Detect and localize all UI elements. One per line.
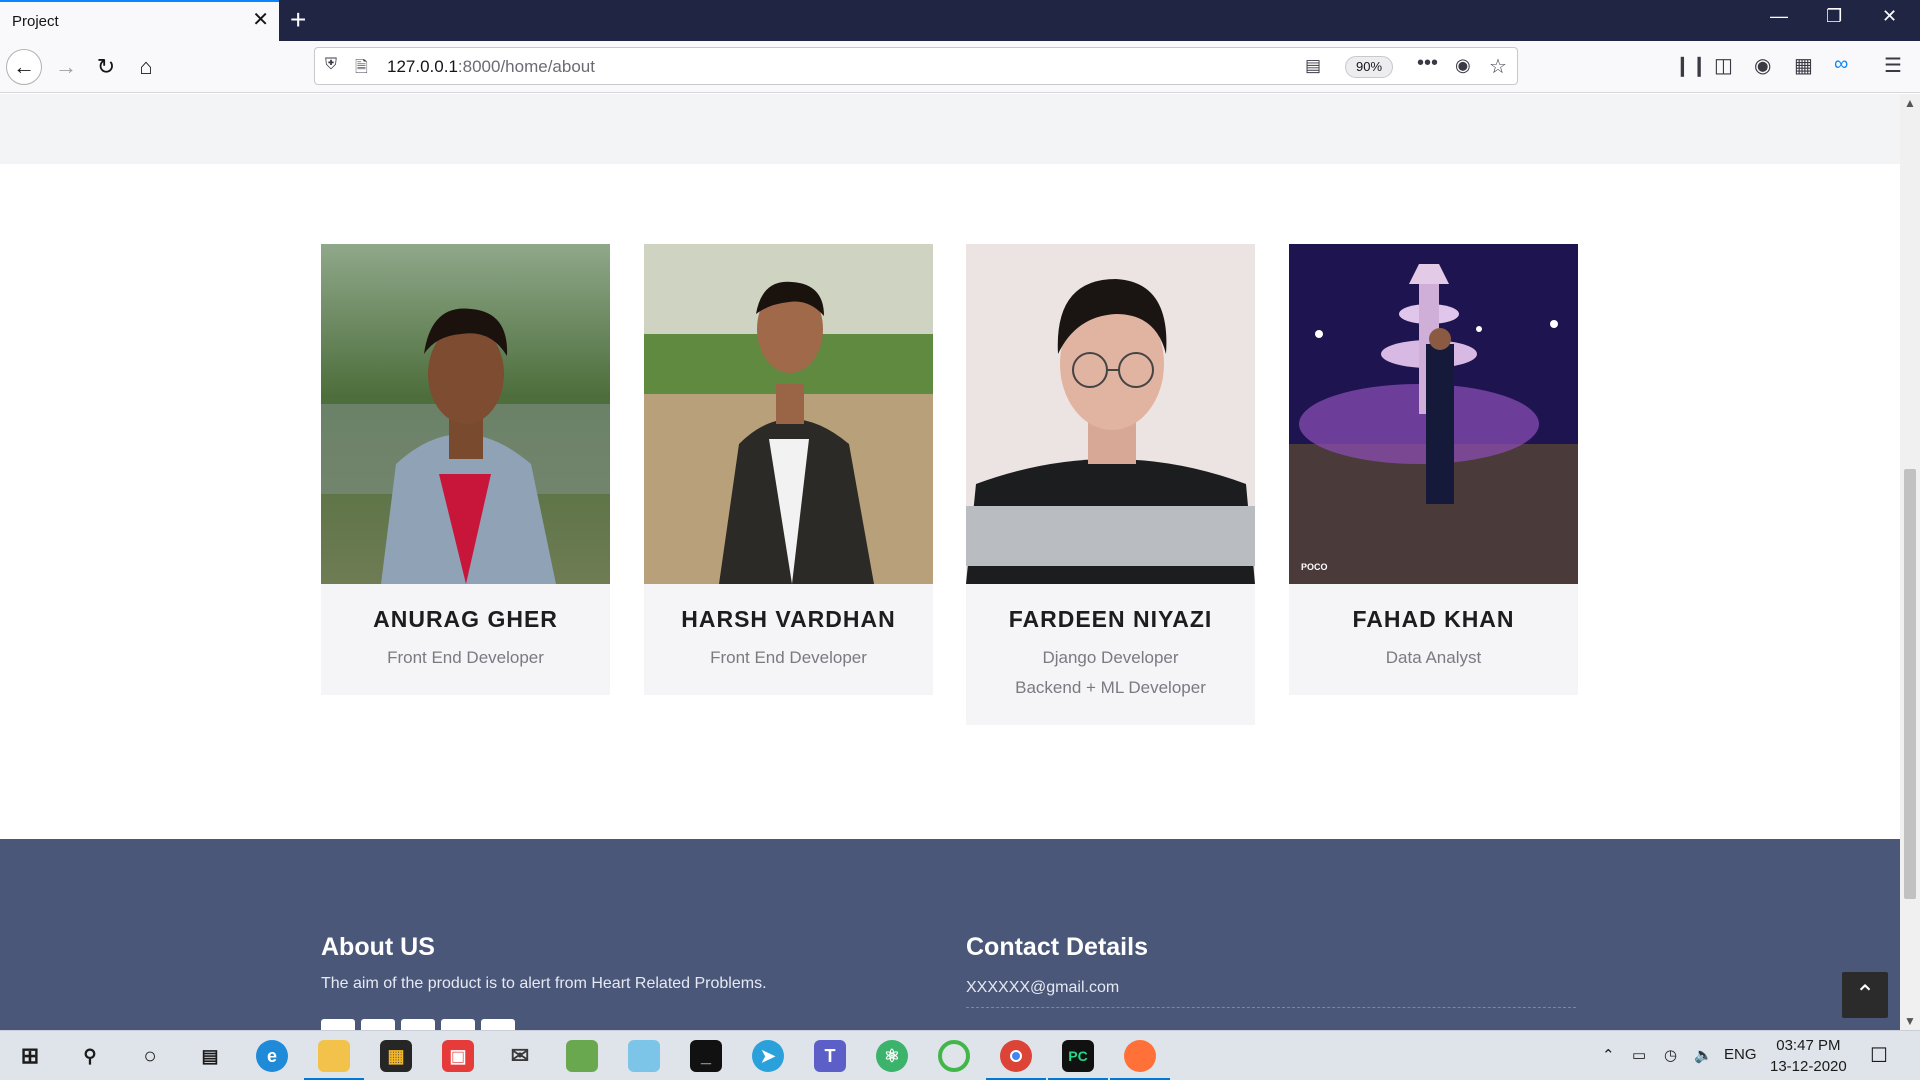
minimize-icon[interactable]: —: [1770, 6, 1788, 27]
team-card: FARDEEN NIYAZI Django Developer Backend …: [966, 244, 1255, 725]
cortana-icon[interactable]: ○: [134, 1040, 166, 1072]
atom-icon[interactable]: ⚛: [876, 1040, 908, 1072]
scroll-up-arrow-icon[interactable]: ▲: [1904, 96, 1916, 110]
account-icon[interactable]: ◉: [1754, 53, 1771, 78]
team-member-name: ANURAG GHER: [373, 606, 558, 632]
team-member-role: Front End Developer: [387, 648, 544, 667]
team-card: HARSH VARDHAN Front End Developer: [644, 244, 933, 695]
team-member-role-secondary: Backend + ML Developer: [1015, 678, 1206, 697]
url-path: :8000/home/about: [457, 57, 595, 76]
header-band: [0, 94, 1900, 164]
notepad-icon[interactable]: [628, 1040, 660, 1072]
team-member-role: Data Analyst: [1385, 648, 1482, 667]
back-icon[interactable]: ←: [6, 49, 42, 85]
os-taskbar: ⊞ ⚲ ○ ▤ e ▦ ▣ ✉ _ ➤ T ⚛ PC ⌃ ▭ ◷ 🔈 ENG 0…: [0, 1030, 1920, 1080]
pocket-icon[interactable]: ◉: [1455, 55, 1471, 76]
page-info-icon[interactable]: 🗎: [355, 56, 368, 83]
page-actions-icon[interactable]: •••: [1417, 52, 1438, 75]
photo-watermark: POCO: [1301, 562, 1328, 572]
footer-about-title: About US: [321, 933, 435, 961]
teams-icon[interactable]: T: [814, 1040, 846, 1072]
chrome-icon[interactable]: [986, 1040, 1046, 1080]
github-icon[interactable]: [481, 1019, 515, 1030]
contact-email[interactable]: XXXXXX@gmail.com: [966, 979, 1119, 997]
battery-icon[interactable]: ▭: [1632, 1046, 1646, 1064]
twitter-icon[interactable]: [361, 1019, 395, 1030]
instagram-icon[interactable]: [401, 1019, 435, 1030]
sync-app-icon[interactable]: [938, 1040, 970, 1072]
gift-app-icon[interactable]: ▣: [442, 1040, 474, 1072]
windows-start-icon[interactable]: ⊞: [14, 1040, 46, 1072]
page-scrollbar[interactable]: ▲ ▼: [1900, 94, 1920, 1030]
reload-icon[interactable]: ↻: [88, 49, 124, 85]
sync-extension-icon[interactable]: ∞: [1834, 53, 1848, 76]
footer: About US The aim of the product is to al…: [0, 839, 1900, 1030]
new-tab-icon[interactable]: +: [290, 6, 306, 34]
pycharm-icon[interactable]: PC: [1048, 1040, 1108, 1080]
url-host: 127.0.0.1: [387, 57, 458, 76]
wifi-icon[interactable]: ◷: [1664, 1046, 1677, 1064]
firefox-icon[interactable]: [1110, 1040, 1170, 1080]
scroll-down-arrow-icon[interactable]: ▼: [1904, 1014, 1916, 1028]
tab-close-icon[interactable]: ✕: [252, 10, 269, 30]
language-indicator[interactable]: ENG: [1724, 1046, 1757, 1063]
page-viewport: ANURAG GHER Front End Developer HARSH VA…: [0, 94, 1900, 1030]
terminal-icon[interactable]: _: [690, 1040, 722, 1072]
mail-icon[interactable]: ✉: [504, 1040, 536, 1072]
scroll-to-top-button[interactable]: ⌃: [1842, 972, 1888, 1018]
dribbble-icon[interactable]: [441, 1019, 475, 1030]
task-view-icon[interactable]: ▤: [194, 1040, 226, 1072]
team-photo: [966, 244, 1255, 584]
team-member-name: HARSH VARDHAN: [681, 606, 896, 632]
taskbar-clock[interactable]: 03:47 PM 13-12-2020: [1770, 1035, 1847, 1077]
clock-time: 03:47 PM: [1776, 1037, 1841, 1054]
volume-icon[interactable]: 🔈: [1694, 1046, 1713, 1064]
sidebar-icon[interactable]: ◫: [1714, 53, 1733, 78]
clock-date: 13-12-2020: [1770, 1058, 1847, 1075]
team-card: POCO FAHAD KHAN Data Analyst: [1289, 244, 1578, 695]
menu-icon[interactable]: ☰: [1884, 53, 1902, 78]
forward-icon[interactable]: →: [48, 49, 84, 85]
edge-icon[interactable]: e: [256, 1040, 288, 1072]
reader-view-icon[interactable]: ▤: [1305, 56, 1321, 76]
url-text[interactable]: 127.0.0.1:8000/home/about: [387, 57, 595, 77]
divider: [966, 1007, 1576, 1008]
team-photo: POCO: [1289, 244, 1578, 584]
footer-contact-title: Contact Details: [966, 933, 1148, 961]
team-photo: [321, 244, 610, 584]
home-icon[interactable]: ⌂: [128, 49, 164, 85]
window-close-icon[interactable]: ✕: [1882, 6, 1897, 27]
team-member-name: FAHAD KHAN: [1352, 606, 1515, 632]
notifications-icon[interactable]: ☐: [1870, 1043, 1888, 1068]
team-member-role: Django Developer: [1042, 648, 1179, 667]
tab-title: Project: [12, 13, 59, 30]
team-photo: [644, 244, 933, 584]
browser-tab[interactable]: Project ✕: [0, 0, 279, 41]
team-card: ANURAG GHER Front End Developer: [321, 244, 610, 695]
footer-about-text: The aim of the product is to alert from …: [321, 975, 767, 992]
show-hidden-icons-icon[interactable]: ⌃: [1602, 1046, 1615, 1064]
extension-icon[interactable]: ▦: [1794, 53, 1813, 78]
bookmark-star-icon[interactable]: ☆: [1489, 54, 1507, 79]
search-icon[interactable]: ⚲: [74, 1040, 106, 1072]
tracking-shield-icon[interactable]: ⛨: [325, 56, 337, 74]
library-icon[interactable]: ❙❙: [1674, 53, 1708, 78]
facebook-icon[interactable]: [321, 1019, 355, 1030]
file-explorer-icon[interactable]: [304, 1040, 364, 1080]
team-member-name: FARDEEN NIYAZI: [1008, 606, 1213, 632]
telegram-icon[interactable]: ➤: [752, 1040, 784, 1072]
restore-icon[interactable]: ❐: [1826, 6, 1842, 27]
browser-tabbar: Project ✕ + — ❐ ✕: [0, 0, 1920, 41]
photos-app-icon[interactable]: [566, 1040, 598, 1072]
team-member-role: Front End Developer: [710, 648, 867, 667]
browser-toolbar: ← → ↻ ⌂ ⛨ 🗎 127.0.0.1:8000/home/about ▤ …: [0, 41, 1920, 93]
store-icon[interactable]: ▦: [380, 1040, 412, 1072]
zoom-level-badge[interactable]: 90%: [1345, 56, 1393, 78]
url-bar[interactable]: ⛨ 🗎 127.0.0.1:8000/home/about ▤ 90% ••• …: [314, 47, 1518, 85]
scrollbar-thumb[interactable]: [1904, 469, 1916, 899]
social-links: [321, 1019, 515, 1030]
